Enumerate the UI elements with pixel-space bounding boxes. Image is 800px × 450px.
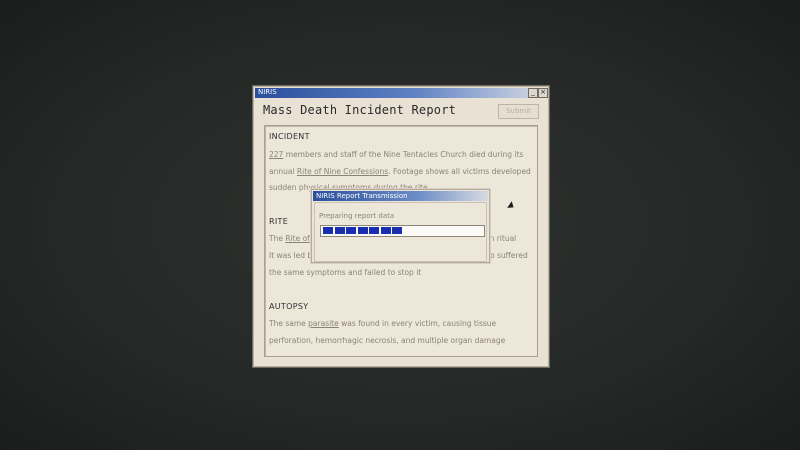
window-title: NIRIS bbox=[258, 88, 277, 96]
autopsy-text-1b: was found in every victim, causing tissu… bbox=[338, 319, 497, 328]
dialog-body: Preparing report data bbox=[314, 202, 487, 262]
progress-segment bbox=[392, 227, 402, 234]
dialog-title: NIRIS Report Transmission bbox=[313, 191, 488, 201]
incident-text-2a: annual bbox=[269, 167, 297, 176]
rite-link[interactable]: Rite of Nine Confessions bbox=[297, 167, 388, 176]
progress-segment bbox=[357, 227, 368, 234]
report-title: Mass Death Incident Report bbox=[263, 103, 457, 117]
autopsy-line-1: The same parasite was found in every vic… bbox=[269, 319, 496, 329]
autopsy-heading: AUTOPSY bbox=[269, 302, 309, 311]
incident-text-2b: . Footage shows all victims developed bbox=[388, 167, 531, 176]
incident-heading: INCIDENT bbox=[269, 132, 310, 141]
progress-segment bbox=[369, 227, 379, 234]
progress-bar bbox=[320, 225, 485, 237]
submit-button[interactable]: Submit bbox=[498, 104, 539, 119]
close-button[interactable]: × bbox=[538, 88, 548, 98]
window-titlebar[interactable]: NIRIS _ × bbox=[255, 88, 548, 98]
autopsy-line-2: perforation, hemorrhagic necrosis, and m… bbox=[269, 336, 506, 345]
progress-segment bbox=[346, 227, 356, 234]
incident-line-1: 227 members and staff of the Nine Tentac… bbox=[269, 150, 523, 160]
incident-text-1: members and staff of the Nine Tentacles … bbox=[283, 150, 524, 159]
progress-segment bbox=[380, 227, 391, 234]
parasite-link[interactable]: parasite bbox=[308, 319, 339, 328]
minimize-button[interactable]: _ bbox=[528, 88, 538, 98]
autopsy-text-1a: The same bbox=[269, 319, 309, 328]
rite-line-2-tail: o suffered bbox=[490, 251, 528, 260]
dialog-status: Preparing report data bbox=[319, 212, 395, 220]
rite-of-link[interactable]: Rite of bbox=[285, 234, 309, 243]
rite-line-2: It was led b bbox=[269, 251, 313, 260]
rite-line-1: The Rite of bbox=[269, 234, 310, 244]
rite-line-3: the same symptoms and failed to stop it bbox=[269, 268, 422, 277]
rite-heading: RITE bbox=[269, 217, 289, 226]
progress-segment bbox=[334, 227, 345, 234]
progress-segment bbox=[323, 227, 333, 234]
incident-line-2: annual Rite of Nine Confessions. Footage… bbox=[269, 167, 531, 177]
transmission-dialog: NIRIS Report Transmission Preparing repo… bbox=[311, 189, 490, 263]
rite-text-1a: The bbox=[269, 234, 286, 243]
victim-count-link[interactable]: 227 bbox=[269, 150, 283, 159]
